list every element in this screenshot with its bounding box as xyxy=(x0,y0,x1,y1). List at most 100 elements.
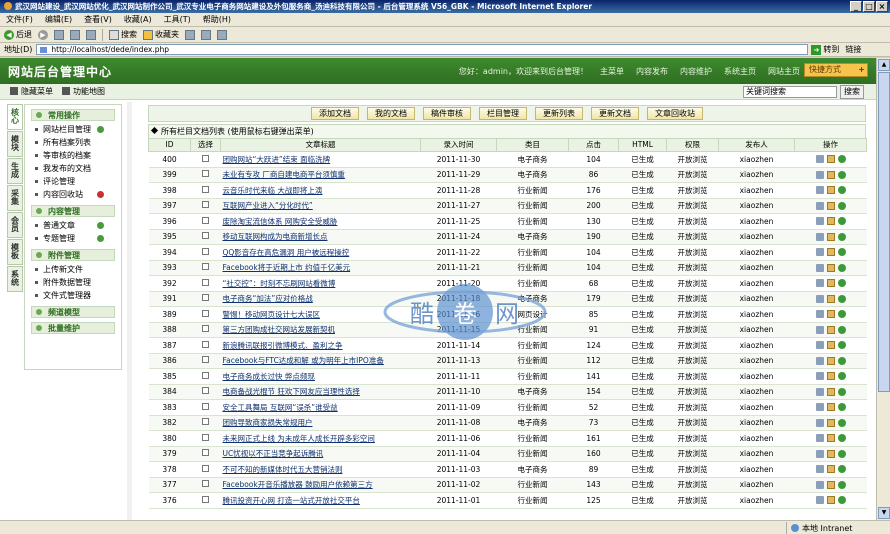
cell-category[interactable]: 行业新闻 xyxy=(496,244,569,261)
cell-title[interactable]: 腾讯投资开心网 打造一站式开放社交平台 xyxy=(220,492,421,509)
edit-icon[interactable] xyxy=(826,294,835,303)
recycle-bin-button[interactable]: 文章回收站 xyxy=(647,107,703,120)
cell-category[interactable]: 行业新闻 xyxy=(496,213,569,230)
table-row[interactable]: 388 第三方团购成社交网站发展新契机 2011-11-15 行业新闻 91 已生成 开放浏… xyxy=(148,322,867,338)
view-icon[interactable] xyxy=(837,263,846,272)
cell-select[interactable] xyxy=(190,213,221,230)
preview-icon[interactable] xyxy=(815,434,824,443)
close-button[interactable]: × xyxy=(876,1,888,12)
maintain-link[interactable]: 内容维护 xyxy=(680,66,712,77)
preview-icon[interactable] xyxy=(815,248,824,257)
row-checkbox[interactable] xyxy=(202,464,209,472)
cell-select[interactable] xyxy=(190,446,221,462)
preview-icon[interactable] xyxy=(815,465,824,474)
cell-title[interactable]: Facebook将于近期上市 约值千亿美元 xyxy=(220,260,421,276)
publish-link[interactable]: 内容发布 xyxy=(636,66,668,77)
cell-category[interactable]: 行业新闻 xyxy=(496,353,569,369)
view-icon[interactable] xyxy=(837,356,846,365)
preview-icon[interactable] xyxy=(815,325,824,334)
cell-title[interactable]: 新浪腾讯联报引微博模式、盈利之争 xyxy=(220,337,421,354)
view-icon[interactable] xyxy=(837,480,846,489)
table-row[interactable]: 378 不可不知的新媒体时代五大营销法则 2011-11-03 电子商务 89 已生成 开放… xyxy=(148,461,867,478)
edit-icon[interactable] xyxy=(826,465,835,474)
row-checkbox[interactable] xyxy=(202,356,209,364)
menu-tools[interactable]: 工具(T) xyxy=(164,13,191,26)
column-manage-button[interactable]: 栏目管理 xyxy=(479,107,527,120)
row-checkbox[interactable] xyxy=(202,170,209,178)
cell-category[interactable]: 电子商务 xyxy=(496,291,569,307)
edit-icon[interactable] xyxy=(826,279,835,288)
preview-icon[interactable] xyxy=(815,263,824,272)
cell-select[interactable] xyxy=(190,492,221,509)
history-icon[interactable] xyxy=(185,29,195,40)
cell-select[interactable] xyxy=(190,399,221,416)
preview-icon[interactable] xyxy=(815,480,824,489)
cell-select[interactable] xyxy=(190,275,221,292)
row-checkbox[interactable] xyxy=(202,340,209,348)
frame-divider[interactable] xyxy=(127,102,132,520)
row-checkbox[interactable] xyxy=(202,294,209,302)
my-docs-button[interactable]: 我的文档 xyxy=(367,107,415,120)
edit-icon[interactable] xyxy=(826,496,835,505)
tab-member[interactable]: 会员 xyxy=(7,212,23,238)
edit-icon[interactable] xyxy=(826,325,835,334)
table-row[interactable]: 379 UC忧视以不正当竞争起诉腾讯 2011-11-04 行业新闻 160 已生成 开放浏… xyxy=(148,446,867,462)
cell-category[interactable]: 电子商务 xyxy=(496,384,569,400)
mail-icon[interactable] xyxy=(201,29,211,40)
view-icon[interactable] xyxy=(837,201,846,210)
preview-icon[interactable] xyxy=(815,449,824,458)
table-row[interactable]: 393 Facebook将于近期上市 约值千亿美元 2011-11-21 行业新闻 10… xyxy=(148,260,867,276)
edit-icon[interactable] xyxy=(826,341,835,350)
cell-title[interactable]: UC忧视以不正当竞争起诉腾讯 xyxy=(220,446,421,462)
preview-icon[interactable] xyxy=(815,217,824,226)
cell-select[interactable] xyxy=(190,322,221,338)
update-list-button[interactable]: 更新列表 xyxy=(535,107,583,120)
table-row[interactable]: 389 警惕！移动网页设计七大误区 2011-11-16 网页设计 85 已生成 开放浏览 x… xyxy=(148,306,867,323)
cell-title[interactable]: 安全工具舞局 互联网“误杀”谁受益 xyxy=(220,399,421,416)
go-arrow-icon[interactable]: ➜ xyxy=(811,44,822,55)
menu-file[interactable]: 文件(F) xyxy=(6,13,33,26)
cell-select[interactable] xyxy=(190,337,221,354)
table-row[interactable]: 398 云音乐时代来临 大战即将上演 2011-11-28 行业新闻 176 已生成 开放浏… xyxy=(148,182,867,199)
section-common[interactable]: 常用操作 xyxy=(31,109,115,121)
row-checkbox[interactable] xyxy=(202,263,209,271)
cell-category[interactable]: 行业新闻 xyxy=(496,368,569,385)
cell-category[interactable]: 电子商务 xyxy=(496,461,569,478)
cell-select[interactable] xyxy=(190,477,221,493)
table-row[interactable]: 394 QQ影音存在高危漏洞 用户被远程操控 2011-11-22 行业新闻 104 已生… xyxy=(148,244,867,261)
cell-title[interactable]: 警惕！移动网页设计七大误区 xyxy=(220,306,421,323)
main-menu-link[interactable]: 主菜单 xyxy=(600,66,624,77)
cell-title[interactable]: 移动互联网构成为电商新增长点 xyxy=(220,229,421,245)
edit-icon[interactable] xyxy=(826,434,835,443)
cell-title[interactable]: 团购网站“大跃进”结束 面临洗牌 xyxy=(220,151,421,168)
view-icon[interactable] xyxy=(837,403,846,412)
cell-title[interactable]: Facebook与FTC达成和解 或为明年上市IPO准备 xyxy=(220,353,421,369)
update-doc-button[interactable]: 更新文档 xyxy=(591,107,639,120)
preview-icon[interactable] xyxy=(815,294,824,303)
keyword-search-input[interactable]: 关键词搜索 xyxy=(743,86,837,98)
cell-category[interactable]: 网页设计 xyxy=(496,306,569,323)
sidebar-item-special[interactable]: 专题管理 xyxy=(25,232,121,245)
cell-category[interactable]: 行业新闻 xyxy=(496,446,569,462)
menu-help[interactable]: 帮助(H) xyxy=(203,13,231,26)
cell-category[interactable]: 行业新闻 xyxy=(496,492,569,509)
sidebar-item-file-manager[interactable]: 文件式管理器 xyxy=(25,289,121,302)
add-doc-button[interactable]: 添加文档 xyxy=(311,107,359,120)
cell-category[interactable]: 电子商务 xyxy=(496,167,569,183)
menu-edit[interactable]: 编辑(E) xyxy=(45,13,72,26)
quick-menu-button[interactable]: 快捷方式 xyxy=(804,63,868,77)
tab-collect[interactable]: 采集 xyxy=(7,185,23,211)
cell-select[interactable] xyxy=(190,461,221,478)
cell-category[interactable]: 行业新闻 xyxy=(496,322,569,338)
preview-icon[interactable] xyxy=(815,201,824,210)
preview-icon[interactable] xyxy=(815,232,824,241)
tab-module[interactable]: 模块 xyxy=(7,131,23,157)
add-icon[interactable] xyxy=(97,222,104,229)
preview-icon[interactable] xyxy=(815,356,824,365)
print-icon[interactable] xyxy=(217,29,227,40)
view-icon[interactable] xyxy=(837,155,846,164)
table-row[interactable]: 396 废除淘宝流信体系 网购安全受威胁 2011-11-25 行业新闻 130 已生成开… xyxy=(148,213,867,230)
sidebar-item-attach-data[interactable]: 附件数据管理 xyxy=(25,276,121,289)
cell-select[interactable] xyxy=(190,167,221,183)
edit-icon[interactable] xyxy=(826,449,835,458)
